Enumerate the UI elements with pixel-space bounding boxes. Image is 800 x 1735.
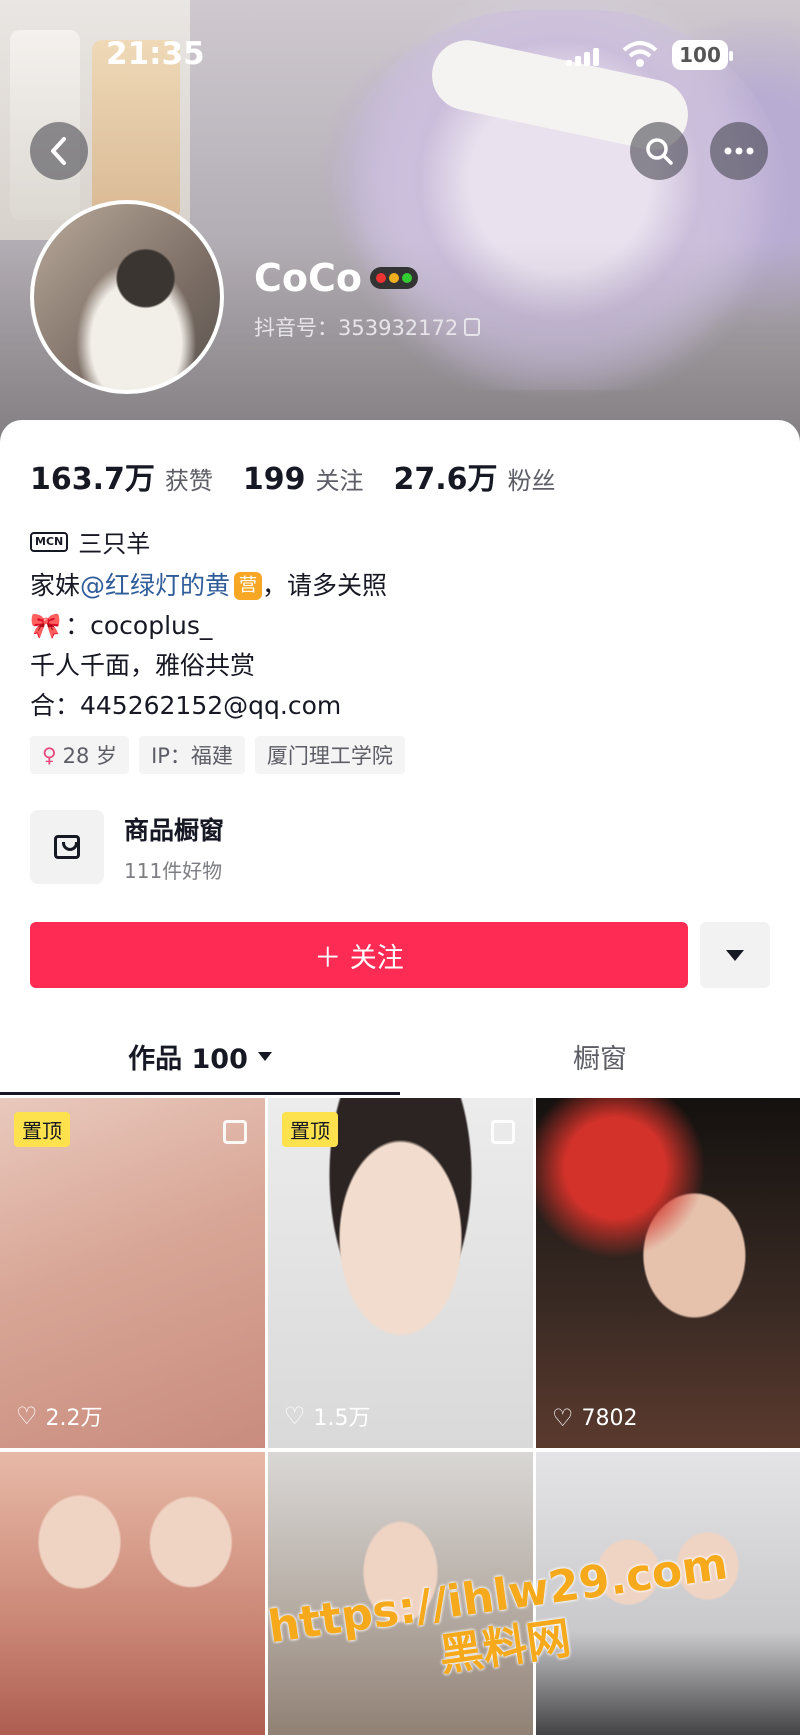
pinned-badge: 置顶 [14, 1112, 70, 1147]
age-tag-label: 28 岁 [62, 744, 118, 768]
tab-window[interactable]: 橱窗 [400, 1016, 800, 1096]
stat-likes-label: 获赞 [164, 467, 213, 495]
signal-icon [566, 46, 600, 66]
shop-text: 商品橱窗 111件好物 [124, 811, 224, 884]
video-thumbnail[interactable]: 置顶 ♡ 1.5万 [268, 1098, 533, 1448]
douyin-id[interactable]: 抖音号：353932172 [254, 312, 481, 342]
stat-followers[interactable]: 27.6万 粉丝 [394, 454, 556, 498]
shop-subtitle: 111件好物 [124, 858, 223, 883]
tab-indicator [0, 1092, 400, 1095]
more-options-button[interactable] [700, 922, 770, 988]
stat-following-label: 关注 [315, 467, 364, 495]
avatar[interactable] [30, 200, 224, 394]
stat-following-num: 199 [242, 462, 306, 497]
video-likes: ♡ 2.2万 [16, 1400, 103, 1432]
multi-image-icon [223, 1120, 247, 1144]
pinned-badge: 置顶 [282, 1112, 338, 1147]
video-thumbnail[interactable] [0, 1452, 265, 1735]
bio-suffix: ，请多关照 [262, 571, 388, 600]
profile-screen: 21:35 100 CoCo 抖音号：353932172 163.7万 获赞 1… [0, 0, 800, 1735]
video-likes: ♡ 7802 [552, 1404, 638, 1432]
more-icon [724, 147, 754, 155]
shop-icon [30, 810, 104, 884]
bio-text: ：cocoplus_ [65, 611, 213, 640]
ribbon-icon: 🎀 [30, 611, 62, 640]
ip-tag-label: IP：福建 [151, 744, 233, 768]
female-icon: ♀ [42, 743, 57, 767]
shop-title: 商品橱窗 [124, 815, 225, 845]
mcn-icon: MCN [30, 531, 69, 552]
school-tag[interactable]: 厦门理工学院 [254, 736, 405, 774]
status-bar: 21:35 100 [0, 30, 800, 80]
mcn-name: 三只羊 [78, 530, 151, 558]
shop-window-entry[interactable]: 商品橱窗 111件好物 [30, 810, 224, 884]
video-likes-count: 7802 [581, 1405, 638, 1431]
douyin-id-text: 抖音号：353932172 [254, 316, 459, 340]
bio-prefix: 家妹 [30, 571, 81, 600]
bio-line: 家妹 @红绿灯的黄 营 ，请多关照 [30, 566, 387, 606]
age-tag: ♀ 28 岁 [30, 736, 130, 774]
copy-icon[interactable] [464, 318, 481, 336]
tab-works[interactable]: 作品 100 [0, 1016, 400, 1096]
heart-icon: ♡ [16, 1402, 38, 1430]
profile-tags: ♀ 28 岁 IP：福建 厦门理工学院 [30, 736, 405, 774]
back-icon [51, 137, 66, 165]
battery-icon: 100 [672, 40, 733, 70]
nickname-text: CoCo [254, 256, 362, 300]
tab-works-label: 作品 100 [128, 1043, 248, 1075]
tab-window-label: 橱窗 [573, 1043, 627, 1075]
traffic-light-icon [370, 267, 418, 289]
video-likes: ♡ 1.5万 [284, 1400, 371, 1432]
heart-icon: ♡ [552, 1404, 574, 1432]
stat-followers-num: 27.6万 [393, 462, 498, 497]
nickname: CoCo [254, 256, 418, 300]
bio-line: 千人千面，雅俗共赏 [30, 651, 256, 680]
mcn-row[interactable]: MCN 三只羊 [30, 524, 150, 559]
bio-line: 🎀 ：cocoplus_ [30, 606, 387, 646]
bio: 家妹 @红绿灯的黄 营 ，请多关照 🎀 ：cocoplus_ 千人千面，雅俗共赏… [30, 566, 387, 726]
more-button[interactable] [710, 122, 768, 180]
video-thumbnail[interactable]: 置顶 ♡ 2.2万 [0, 1098, 265, 1448]
heart-icon: ♡ [284, 1402, 306, 1430]
search-button[interactable] [630, 122, 688, 180]
enterprise-badge-icon: 营 [234, 572, 263, 600]
dropdown-icon [726, 949, 744, 961]
wifi-icon [622, 41, 658, 67]
stat-following[interactable]: 199 关注 [243, 461, 364, 497]
stat-likes-num: 163.7万 [30, 462, 155, 497]
stat-followers-label: 粉丝 [507, 467, 556, 495]
bio-line: 合：445262152@qq.com [30, 691, 342, 720]
follow-button[interactable]: ＋ 关注 [30, 922, 688, 988]
video-likes-count: 1.5万 [313, 1406, 371, 1431]
stats-row: 163.7万 获赞 199 关注 27.6万 粉丝 [30, 454, 586, 498]
bag-icon [54, 835, 80, 859]
mention-link[interactable]: @红绿灯的黄 [80, 566, 230, 606]
ip-tag: IP：福建 [139, 736, 245, 774]
video-likes-count: 2.2万 [45, 1406, 103, 1431]
search-icon [646, 138, 673, 165]
video-thumbnail[interactable]: ♡ 7802 [536, 1098, 800, 1448]
stat-likes: 163.7万 获赞 [30, 454, 213, 498]
multi-image-icon [491, 1120, 515, 1144]
content-tabs: 作品 100 橱窗 [0, 1016, 800, 1096]
back-button[interactable] [30, 122, 88, 180]
status-time: 21:35 [106, 36, 205, 72]
school-tag-label: 厦门理工学院 [266, 744, 393, 768]
sort-dropdown-icon [257, 1051, 272, 1061]
